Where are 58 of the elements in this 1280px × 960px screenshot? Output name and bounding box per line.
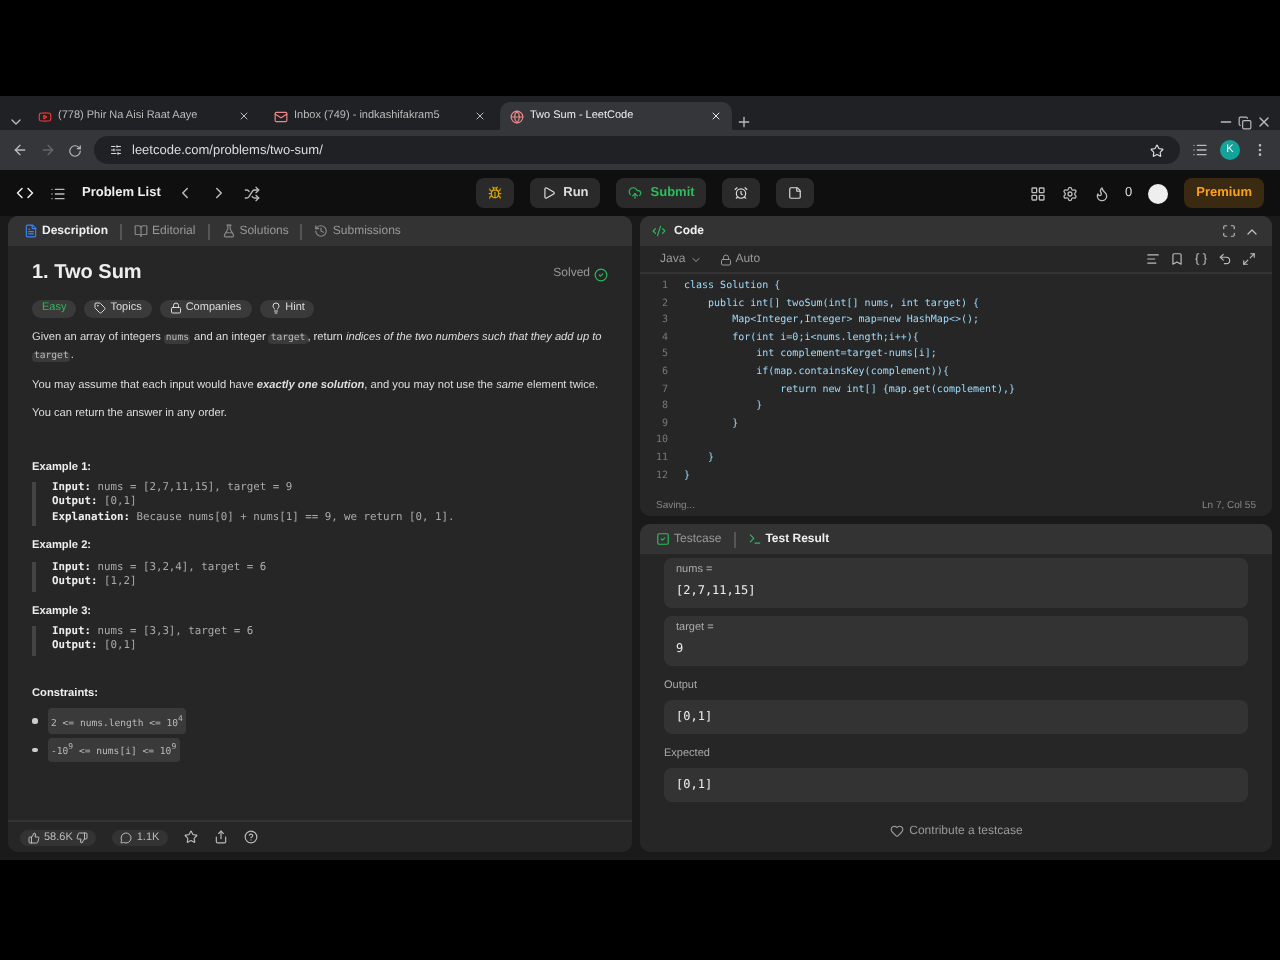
star-icon[interactable] — [183, 830, 198, 844]
bug-icon — [487, 186, 502, 200]
help-icon[interactable] — [243, 830, 258, 844]
tag-icon — [94, 302, 107, 315]
lock-icon — [719, 253, 732, 265]
terminal-icon — [747, 532, 762, 546]
lock-icon — [169, 302, 182, 315]
check-circle-icon — [594, 267, 608, 282]
close-icon[interactable] — [474, 110, 486, 122]
shuffle-icon[interactable] — [244, 185, 261, 201]
chevron-down-icon — [689, 253, 702, 265]
code-icon — [652, 224, 666, 238]
flask-icon — [221, 224, 236, 238]
bullet-icon — [32, 718, 37, 724]
bookmark-icon[interactable] — [1170, 252, 1184, 266]
restore-icon[interactable] — [1238, 116, 1252, 130]
book-icon — [134, 224, 149, 238]
bullet-icon — [32, 747, 37, 753]
list-icon — [50, 185, 66, 201]
play-icon — [541, 186, 556, 200]
comment-icon — [120, 831, 133, 843]
back-icon[interactable] — [12, 142, 28, 158]
fullscreen-icon[interactable] — [1242, 252, 1256, 266]
flame-icon[interactable] — [1093, 185, 1110, 201]
share-icon[interactable] — [213, 830, 228, 844]
maximize-icon[interactable] — [1222, 224, 1236, 238]
reload-icon[interactable] — [68, 143, 82, 157]
notes-button[interactable] — [776, 178, 815, 208]
bookmark-star-icon[interactable] — [1150, 143, 1164, 157]
user-avatar[interactable] — [1148, 183, 1169, 203]
problem-title: 1. Two Sum — [32, 260, 142, 288]
debug-button[interactable] — [475, 178, 514, 208]
checkbox-icon — [656, 532, 670, 546]
format-icon[interactable] — [1146, 252, 1160, 266]
video-icon — [38, 109, 52, 123]
globe-icon — [510, 109, 524, 123]
new-tab-icon[interactable] — [736, 114, 752, 130]
alarm-clock-icon — [734, 186, 749, 200]
undo-icon[interactable] — [1218, 252, 1232, 266]
tab-list-icon[interactable] — [8, 114, 24, 130]
cloud-upload-icon — [628, 186, 643, 200]
heart-icon — [889, 824, 904, 838]
site-settings-icon[interactable] — [110, 144, 122, 156]
timer-button[interactable] — [722, 178, 761, 208]
logo-icon[interactable] — [16, 184, 34, 202]
mail-icon — [274, 109, 288, 123]
extension-icon[interactable] — [1192, 142, 1208, 158]
close-icon[interactable] — [238, 110, 250, 122]
close-icon[interactable] — [1256, 114, 1272, 130]
thumbs-down-icon — [76, 831, 89, 843]
layout-icon[interactable] — [1029, 185, 1046, 201]
lightbulb-icon — [269, 302, 282, 315]
braces-icon[interactable] — [1194, 252, 1208, 266]
note-icon — [788, 186, 803, 200]
thumbs-up-icon — [28, 831, 40, 843]
history-icon — [314, 224, 329, 238]
document-icon — [24, 224, 38, 238]
settings-icon[interactable] — [1061, 185, 1078, 201]
